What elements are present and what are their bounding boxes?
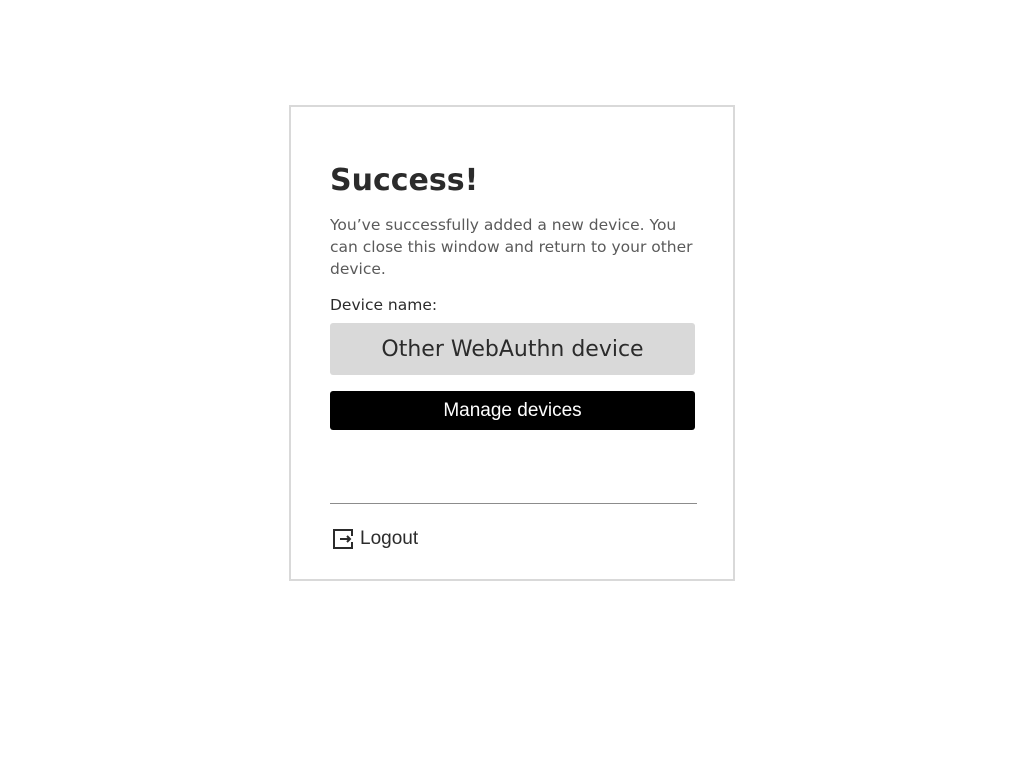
logout-label: Logout	[360, 528, 419, 549]
device-name-label: Device name:	[330, 296, 438, 314]
device-name-display: Other WebAuthn device	[330, 323, 695, 375]
success-message: You’ve successfully added a new device. …	[330, 216, 693, 278]
success-card: Success! You’ve successfully added a new…	[289, 105, 735, 581]
logout-icon	[332, 528, 354, 550]
logout-link[interactable]: Logout	[332, 525, 418, 553]
divider	[330, 503, 697, 504]
page-title: Success!	[330, 163, 479, 198]
manage-devices-button[interactable]: Manage devices	[330, 391, 695, 430]
